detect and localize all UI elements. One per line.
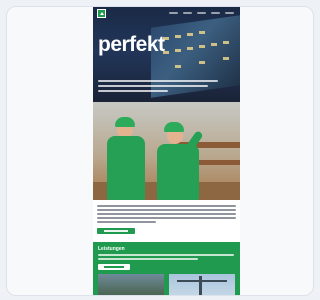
thumbnail-building[interactable] xyxy=(98,274,164,295)
text-line xyxy=(97,221,156,223)
worker-body xyxy=(157,144,199,200)
company-logo-icon[interactable] xyxy=(97,8,106,18)
text-line xyxy=(97,213,236,215)
email-preview[interactable]: perfekt Leistungen xyxy=(93,7,240,295)
crane-mast xyxy=(199,276,202,295)
crane-jib xyxy=(177,280,227,282)
intro-text xyxy=(93,200,240,234)
text-line xyxy=(98,258,198,260)
preview-card: perfekt Leistungen xyxy=(6,6,314,296)
window-light xyxy=(175,49,181,52)
thumbnail-crane[interactable] xyxy=(169,274,235,295)
helmet xyxy=(164,122,184,132)
services-section: Leistungen xyxy=(93,242,240,295)
section-title: Leistungen xyxy=(98,246,125,252)
button-label xyxy=(104,230,128,232)
window-light xyxy=(199,31,205,34)
window-light xyxy=(187,47,193,50)
text-line xyxy=(97,205,236,207)
window-light xyxy=(223,57,229,60)
email-header-nav xyxy=(93,7,240,19)
window-light xyxy=(211,43,217,46)
read-more-button[interactable] xyxy=(97,228,135,234)
helmet xyxy=(115,117,135,127)
window-light xyxy=(199,45,205,48)
nav-link[interactable] xyxy=(197,12,206,14)
hero-text-line xyxy=(98,90,168,92)
window-light xyxy=(223,41,229,44)
hero-text-line xyxy=(98,85,208,87)
nav-link[interactable] xyxy=(169,12,178,14)
services-button[interactable] xyxy=(98,264,130,270)
nav-link[interactable] xyxy=(225,12,234,14)
text-line xyxy=(97,209,236,211)
text-line xyxy=(98,254,234,256)
hero-title: perfekt xyxy=(98,33,165,56)
window-light xyxy=(199,61,205,64)
window-light xyxy=(175,35,181,38)
hero-banner: perfekt xyxy=(93,7,240,102)
worker-body xyxy=(107,136,145,200)
text-line xyxy=(97,217,236,219)
window-light xyxy=(187,33,193,36)
hero-text-line xyxy=(98,80,218,82)
window-light xyxy=(175,65,181,68)
workers-photo xyxy=(93,102,240,200)
nav-link[interactable] xyxy=(183,12,192,14)
button-label xyxy=(104,266,124,268)
nav-link[interactable] xyxy=(211,12,220,14)
